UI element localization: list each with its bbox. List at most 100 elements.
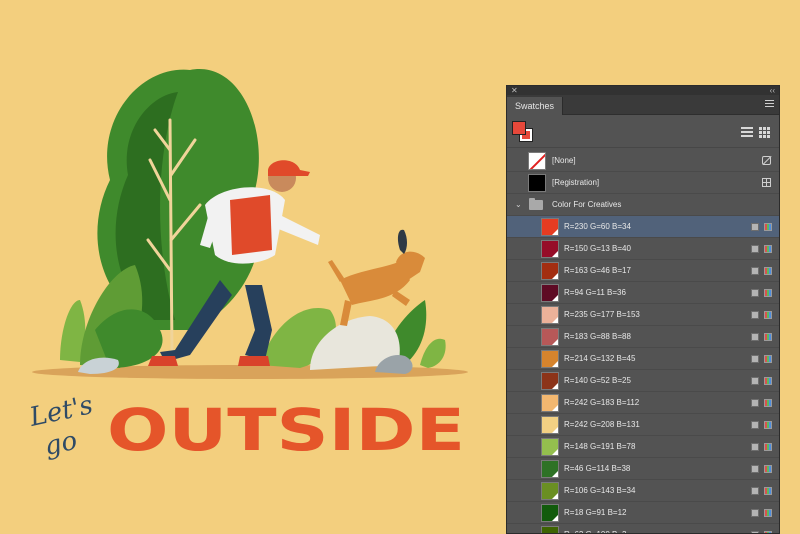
swatch-row[interactable]: R=163 G=46 B=17	[507, 260, 779, 282]
swatch-row[interactable]: R=230 G=60 B=34	[507, 216, 779, 238]
swatch-list: [None] [Registration] ⌄ Color For Creati…	[507, 150, 779, 533]
rgb-mode-icon	[764, 465, 772, 473]
swatch-color-chip	[541, 306, 559, 324]
process-color-icon	[751, 311, 759, 319]
global-corner-icon	[552, 317, 558, 323]
swatch-label: R=46 G=114 B=38	[564, 464, 631, 473]
swatch-label: R=148 G=191 B=78	[564, 442, 636, 451]
process-color-icon	[751, 333, 759, 341]
global-corner-icon	[552, 383, 558, 389]
rgb-mode-icon	[764, 223, 772, 231]
swatch-label: R=214 G=132 B=45	[564, 354, 636, 363]
swatch-row[interactable]: R=242 G=208 B=131	[507, 414, 779, 436]
list-view-icon[interactable]	[741, 127, 753, 138]
rgb-mode-icon	[764, 289, 772, 297]
process-color-icon	[751, 421, 759, 429]
tab-swatches[interactable]: Swatches	[507, 97, 564, 115]
swatch-row[interactable]: R=106 G=143 B=34	[507, 480, 779, 502]
global-corner-icon	[552, 295, 558, 301]
rgb-mode-icon	[764, 377, 772, 385]
global-corner-icon	[552, 339, 558, 345]
swatch-row[interactable]: R=214 G=132 B=45	[507, 348, 779, 370]
swatch-color-chip	[541, 328, 559, 346]
process-color-icon	[751, 289, 759, 297]
swatch-row[interactable]: R=150 G=13 B=40	[507, 238, 779, 260]
swatch-label: R=230 G=60 B=34	[564, 222, 631, 231]
swatch-color-chip	[541, 240, 559, 258]
swatch-row[interactable]: R=18 G=91 B=12	[507, 502, 779, 524]
outside-illustration: Let's go OUTSIDE	[26, 69, 468, 464]
folder-icon	[529, 198, 543, 210]
process-color-icon	[751, 267, 759, 275]
collapse-icon[interactable]: ‹‹	[770, 86, 775, 95]
swatch-color-chip	[541, 504, 559, 522]
global-corner-icon	[552, 449, 558, 455]
fill-stroke-control[interactable]	[512, 121, 534, 143]
process-color-icon	[751, 245, 759, 253]
panel-tab-bar: Swatches	[507, 95, 779, 115]
swatch-label: R=140 G=52 B=25	[564, 376, 631, 385]
swatch-label: R=18 G=91 B=12	[564, 508, 627, 517]
close-icon[interactable]: ✕	[511, 86, 518, 95]
swatch-row-registration[interactable]: [Registration]	[507, 172, 779, 194]
process-color-icon	[751, 223, 759, 231]
swatch-label: R=242 G=183 B=112	[564, 398, 640, 407]
registration-swatch-icon	[528, 174, 546, 192]
process-color-icon	[751, 487, 759, 495]
swatch-row[interactable]: R=183 G=88 B=88	[507, 326, 779, 348]
swatch-row[interactable]: R=62 G=100 B=2	[507, 524, 779, 533]
swatch-color-chip	[541, 262, 559, 280]
swatch-color-chip	[541, 482, 559, 500]
global-corner-icon	[552, 229, 558, 235]
swatch-label: R=183 G=88 B=88	[564, 332, 631, 341]
fill-swatch[interactable]	[512, 121, 526, 135]
swatch-row[interactable]: R=94 G=11 B=36	[507, 282, 779, 304]
panel-menu-icon[interactable]	[765, 100, 774, 109]
none-swatch-icon	[528, 152, 546, 170]
rgb-mode-icon	[764, 355, 772, 363]
rgb-mode-icon	[764, 267, 772, 275]
swatch-color-chip	[541, 372, 559, 390]
global-corner-icon	[552, 427, 558, 433]
process-color-icon	[751, 355, 759, 363]
rgb-mode-icon	[764, 487, 772, 495]
headline-outside: OUTSIDE	[107, 396, 465, 464]
dog	[328, 229, 425, 326]
panel-title-bar: ✕ ‹‹	[507, 86, 779, 95]
swatch-row[interactable]: R=242 G=183 B=112	[507, 392, 779, 414]
swatch-color-chip	[541, 284, 559, 302]
registration-icon	[762, 178, 771, 187]
swatch-group-row[interactable]: ⌄ Color For Creatives	[507, 194, 779, 216]
rgb-mode-icon	[764, 399, 772, 407]
rgb-mode-icon	[764, 443, 772, 451]
script-lets: Let's	[26, 390, 95, 433]
global-corner-icon	[552, 405, 558, 411]
swatch-color-chip	[541, 526, 559, 533]
panel-controls	[507, 115, 779, 148]
rgb-mode-icon	[764, 421, 772, 429]
swatch-color-chip	[541, 460, 559, 478]
swatch-row[interactable]: R=140 G=52 B=25	[507, 370, 779, 392]
swatches-panel: ✕ ‹‹ Swatches [None] [Registration] ⌄ Co…	[506, 85, 780, 534]
swatch-label: R=150 G=13 B=40	[564, 244, 631, 253]
swatch-label: R=163 G=46 B=17	[564, 266, 631, 275]
process-color-icon	[751, 399, 759, 407]
swatch-label: R=94 G=11 B=36	[564, 288, 626, 297]
grid-view-icon[interactable]	[759, 127, 771, 138]
process-color-icon	[751, 509, 759, 517]
group-label: Color For Creatives	[552, 200, 622, 209]
swatch-row[interactable]: R=148 G=191 B=78	[507, 436, 779, 458]
rgb-mode-icon	[764, 333, 772, 341]
chevron-down-icon[interactable]: ⌄	[515, 200, 522, 210]
swatch-row[interactable]: R=46 G=114 B=38	[507, 458, 779, 480]
process-color-icon	[751, 377, 759, 385]
swatch-color-chip	[541, 218, 559, 236]
global-corner-icon	[552, 515, 558, 521]
process-color-icon	[751, 443, 759, 451]
no-edit-icon	[762, 156, 771, 165]
global-corner-icon	[552, 273, 558, 279]
global-corner-icon	[552, 493, 558, 499]
swatch-color-chip	[541, 394, 559, 412]
swatch-row[interactable]: R=235 G=177 B=153	[507, 304, 779, 326]
swatch-row-none[interactable]: [None]	[507, 150, 779, 172]
